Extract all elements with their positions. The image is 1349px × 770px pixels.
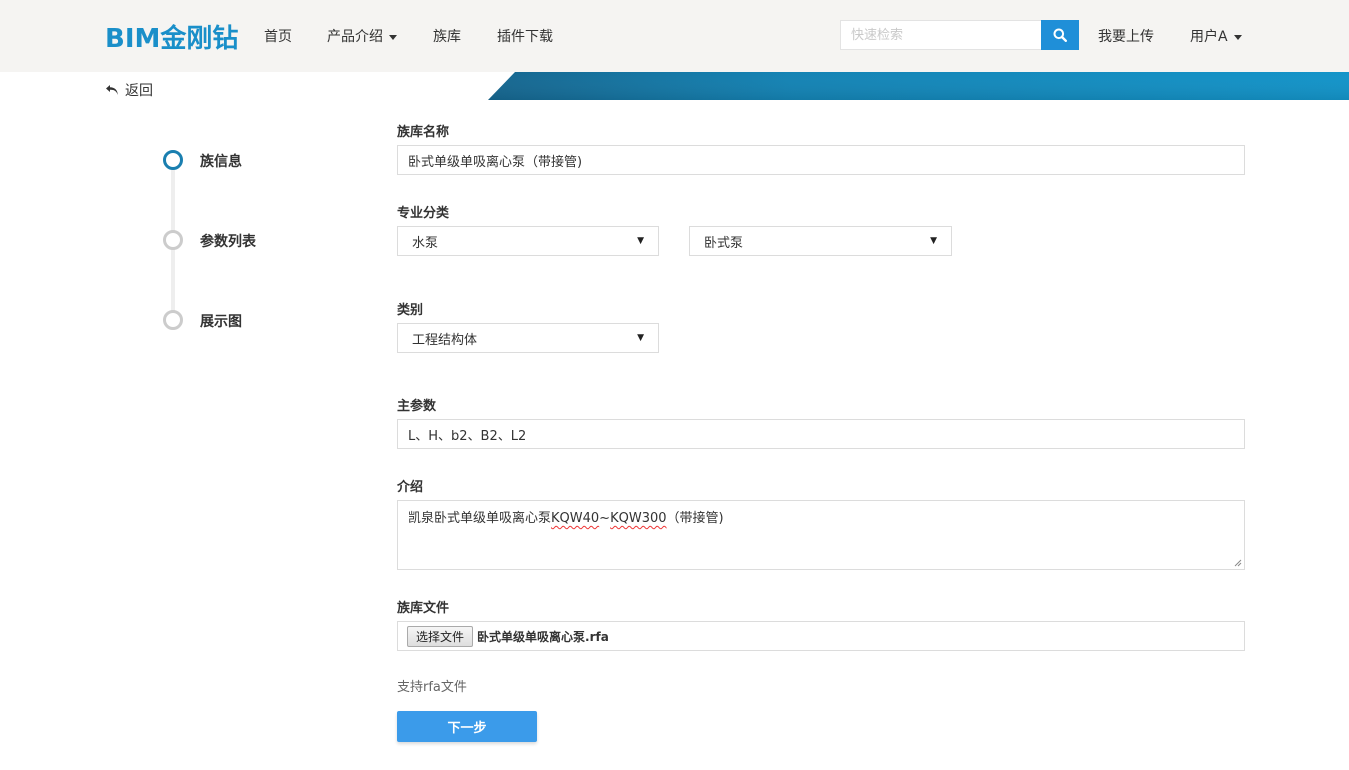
family-file-input: 选择文件 卧式单级单吸离心泵.rfa: [397, 621, 1245, 651]
user-menu-label: 用户A: [1190, 29, 1228, 45]
discipline-select-secondary-value: 卧式泵: [704, 235, 744, 251]
selected-file-name: 卧式单级单吸离心泵.rfa: [477, 629, 609, 644]
upload-link[interactable]: 我要上传: [1098, 26, 1154, 46]
step-display-images[interactable]: 展示图: [200, 311, 242, 331]
dropdown-arrow-icon: ▼: [637, 333, 644, 343]
search-icon: [1053, 28, 1067, 42]
family-name-label: 族库名称: [397, 125, 450, 140]
category-label: 类别: [397, 303, 424, 318]
step-basic-info[interactable]: 族信息: [200, 151, 242, 171]
dropdown-arrow-icon: ▼: [637, 236, 644, 246]
nav-item-library[interactable]: 族库: [433, 26, 461, 46]
family-file-label: 族库文件: [397, 601, 450, 616]
back-link[interactable]: 返回: [105, 80, 153, 100]
discipline-select-secondary[interactable]: 卧式泵 ▼: [689, 226, 952, 256]
main-params-input[interactable]: L、H、b2、B2、L2: [397, 419, 1245, 449]
family-name-input[interactable]: 卧式单级单吸离心泵（带接管): [397, 145, 1245, 175]
category-select-value: 工程结构体: [412, 332, 478, 348]
category-select[interactable]: 工程结构体 ▼: [397, 323, 659, 353]
search-input[interactable]: [840, 20, 1042, 50]
main-params-label: 主参数: [397, 399, 437, 414]
dropdown-arrow-icon: ▼: [930, 236, 937, 246]
discipline-select-primary[interactable]: 水泵 ▼: [397, 226, 659, 256]
nav-item-products[interactable]: 产品介绍: [327, 26, 397, 46]
intro-text-prefix: 凯泉卧式单级单吸离心泵: [408, 511, 552, 526]
file-format-hint: 支持rfa文件: [397, 680, 467, 695]
nav-item-products-label: 产品介绍: [327, 29, 383, 45]
intro-label: 介绍: [397, 480, 424, 495]
intro-code-start: KQW40: [551, 511, 600, 526]
back-arrow-icon: [106, 85, 118, 95]
family-name-value: 卧式单级单吸离心泵（带接管): [408, 154, 583, 170]
intro-code-end: KQW300: [610, 511, 667, 526]
search-button[interactable]: [1041, 20, 1079, 50]
discipline-select-primary-value: 水泵: [412, 235, 439, 251]
chevron-down-icon: [389, 34, 397, 40]
step-indicator: [163, 310, 183, 330]
intro-textarea[interactable]: 凯泉卧式单级单吸离心泵KQW40~KQW300（带接管): [397, 500, 1245, 570]
step-parameter-list[interactable]: 参数列表: [200, 231, 256, 251]
header-banner-band: [0, 72, 1349, 100]
user-menu[interactable]: 用户A: [1190, 26, 1242, 46]
back-link-label: 返回: [125, 83, 153, 99]
next-step-button[interactable]: 下一步: [397, 711, 537, 742]
intro-range-separator: ~: [599, 511, 611, 526]
chevron-down-icon: [1233, 34, 1242, 40]
resize-handle-icon[interactable]: [1234, 559, 1242, 567]
nav-item-home[interactable]: 首页: [264, 26, 292, 46]
choose-file-button[interactable]: 选择文件: [407, 625, 474, 647]
nav-item-plugin-download[interactable]: 插件下载: [497, 26, 553, 46]
brand-logo[interactable]: BIM金刚钻: [105, 18, 238, 55]
step-indicator-active: [163, 150, 183, 170]
top-navbar: BIM金刚钻 首页 产品介绍 族库 插件下载 我要上传 用户A: [0, 0, 1349, 72]
step-indicator: [163, 230, 183, 250]
main-params-value: L、H、b2、B2、L2: [408, 428, 527, 444]
discipline-label: 专业分类: [397, 206, 450, 221]
intro-text-suffix: （带接管): [666, 511, 724, 526]
